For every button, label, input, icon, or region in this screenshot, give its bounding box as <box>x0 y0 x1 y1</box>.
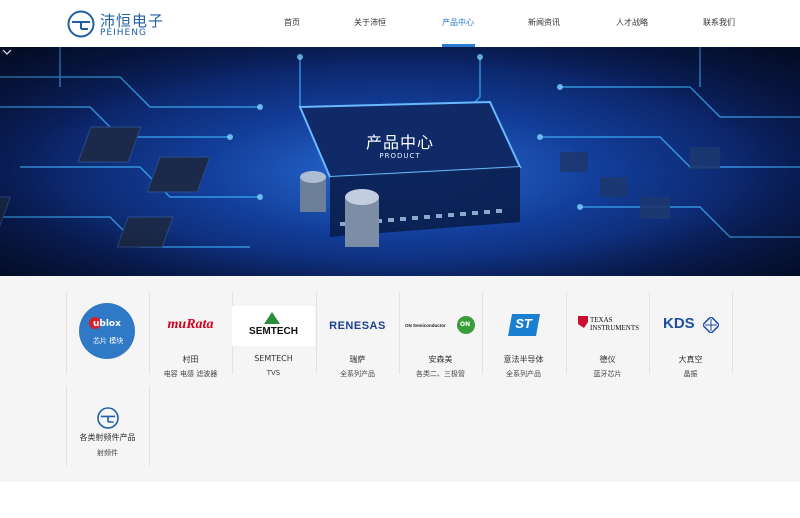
ti-logo: TEXAS INSTRUMENTS <box>566 306 649 346</box>
product-desc: 各类二、三极管 <box>416 370 465 378</box>
kds-logo: KDS <box>649 306 732 346</box>
product-desc: 全系列产品 <box>340 370 375 378</box>
ublox-logo-icon <box>79 303 135 359</box>
chevron-down-icon[interactable] <box>0 47 14 57</box>
peiheng-logo-icon <box>97 407 119 429</box>
product-name: SEMTECH <box>254 354 293 363</box>
nav-item-news[interactable]: 新闻资讯 <box>528 17 560 28</box>
product-desc: 电容 电感 滤波器 <box>163 370 218 378</box>
ublox-logo-caption: 芯片 模块 <box>93 337 124 345</box>
onsemi-logo: ON Semiconductor ON <box>399 306 482 346</box>
product-name: 村田 <box>182 355 199 364</box>
banner-title: 产品中心 <box>365 133 434 152</box>
brand-name-en: PEIHENG <box>100 28 147 38</box>
banner-subtitle: PRODUCT <box>379 152 421 160</box>
nav-item-products[interactable]: 产品中心 <box>442 17 474 28</box>
st-logo: ST <box>482 306 565 346</box>
renesas-logo: RENESAS <box>329 320 386 332</box>
product-card-ublox[interactable]: ublox 芯片 模块 <box>66 292 149 374</box>
nav-item-contact[interactable]: 联系我们 <box>703 17 735 28</box>
product-desc: 晶振 <box>683 370 698 378</box>
ti-logo-icon <box>578 316 588 328</box>
product-name: 意法半导体 <box>503 355 544 364</box>
product-name: 各类射频件产品 <box>79 433 136 442</box>
product-name: 大真空 <box>678 355 703 364</box>
circuit-board-illustration <box>0 47 800 276</box>
nav-item-home[interactable]: 首页 <box>284 17 300 28</box>
product-name: 瑞萨 <box>349 355 366 364</box>
product-card-murata[interactable]: muRata 村田 电容 电感 滤波器 <box>149 292 232 378</box>
product-name: 德仪 <box>599 355 616 364</box>
site-header: 沛恒电子 PEIHENG 首页 关于沛恒 产品中心 新闻资讯 人才战略 联系我们 <box>0 0 800 47</box>
product-card-renesas[interactable]: RENESAS 瑞萨 全系列产品 <box>316 292 399 378</box>
semtech-logo: SEMTECH <box>232 306 315 346</box>
peiheng-logo-icon <box>67 10 95 38</box>
grid-divider <box>149 386 150 466</box>
kds-mark-icon <box>703 317 719 333</box>
product-card-ti[interactable]: TEXAS INSTRUMENTS 德仪 蓝牙芯片 <box>566 292 649 378</box>
nav-item-about[interactable]: 关于沛恒 <box>354 17 386 28</box>
grid-divider <box>732 292 733 374</box>
product-card-onsemi[interactable]: ON Semiconductor ON 安森美 各类二、三极管 <box>399 292 482 378</box>
page-bottom <box>0 482 800 518</box>
murata-logo: muRata <box>167 317 214 332</box>
product-banner: 产品中心 PRODUCT <box>0 47 800 276</box>
product-desc: TVS <box>266 369 281 377</box>
product-card-kds[interactable]: KDS 大真空 晶振 <box>649 292 732 378</box>
product-card-st[interactable]: ST 意法半导体 全系列产品 <box>482 292 565 378</box>
product-grid: ublox 芯片 模块 muRata 村田 电容 电感 滤波器 SEMTECH … <box>0 276 800 482</box>
semtech-mark-icon <box>264 312 280 324</box>
product-card-semtech[interactable]: SEMTECH SEMTECH TVS <box>232 292 315 377</box>
product-desc: 全系列产品 <box>506 370 541 378</box>
brand-logo[interactable]: 沛恒电子 PEIHENG <box>66 8 186 42</box>
product-desc: 蓝牙芯片 <box>593 370 622 378</box>
ublox-logo-text: ublox <box>93 319 121 329</box>
product-desc: 射频件 <box>97 449 118 457</box>
nav-item-careers[interactable]: 人才战略 <box>616 17 648 28</box>
product-card-rf[interactable]: 各类射频件产品 射频件 <box>66 386 149 468</box>
product-name: 安森美 <box>428 355 453 364</box>
